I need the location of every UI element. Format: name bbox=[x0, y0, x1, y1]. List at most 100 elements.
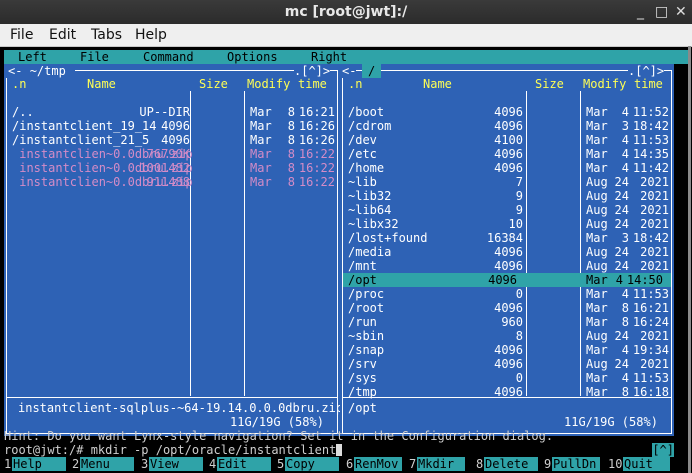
left-panel-corner[interactable]: .[^]> bbox=[294, 64, 331, 78]
right-panel[interactable]: <- / .[^]> .n Name Size Modify time /boo… bbox=[340, 64, 674, 436]
right-file-time: 11:42 bbox=[632, 161, 669, 175]
left-file-row[interactable]: instantclien~0.0dbru.zip 76790K Mar 8 16:22 bbox=[4, 147, 340, 161]
right-file-name: ~lib64 bbox=[348, 203, 392, 217]
left-file-day: 8 bbox=[287, 133, 295, 147]
right-status-text: /opt bbox=[348, 401, 377, 415]
right-file-day: 8 bbox=[621, 315, 629, 329]
right-file-row[interactable]: ~lib64 9 Aug 24 2021 bbox=[340, 203, 674, 217]
left-file-row[interactable]: instantclien~0.0dbru.zip 911488 Mar 8 16:22 bbox=[4, 175, 340, 189]
right-panel-corner[interactable]: .[^]> bbox=[628, 64, 665, 78]
left-file-month: Mar bbox=[250, 105, 272, 119]
left-file-row[interactable]: /.. UP--DIR Mar 8 16:21 bbox=[4, 105, 340, 119]
right-file-time: 2021 bbox=[640, 259, 669, 273]
right-file-row[interactable]: /cdrom 4096 Mar 3 18:42 bbox=[340, 119, 674, 133]
fkey-label: Copy bbox=[285, 457, 339, 471]
right-file-month: Aug bbox=[586, 217, 608, 231]
left-file-row[interactable]: /instantclient_19_14 4096 Mar 8 16:26 bbox=[4, 119, 340, 133]
right-file-month: Mar bbox=[586, 147, 608, 161]
fkey-number: 9 bbox=[544, 457, 552, 471]
left-file-row[interactable]: /instantclient_21_5 4096 Mar 8 16:26 bbox=[4, 133, 340, 147]
right-header-n[interactable]: .n bbox=[348, 77, 362, 91]
right-file-day: 24 bbox=[614, 357, 629, 371]
menu-file[interactable]: File bbox=[10, 27, 33, 43]
right-file-row[interactable]: /srv 4096 Aug 24 2021 bbox=[340, 357, 674, 371]
command-input[interactable]: mkdir -p /opt/oracle/instantclient bbox=[91, 443, 337, 457]
right-file-row[interactable]: ~libx32 10 Aug 24 2021 bbox=[340, 217, 674, 231]
right-file-name: /home bbox=[348, 161, 385, 175]
right-file-row[interactable]: ~lib 7 Aug 24 2021 bbox=[340, 175, 674, 189]
right-file-time: 16:24 bbox=[632, 315, 669, 329]
text-cursor bbox=[336, 444, 343, 456]
right-file-row[interactable]: /mnt 4096 Aug 24 2021 bbox=[340, 259, 674, 273]
right-file-day: 4 bbox=[621, 133, 629, 147]
right-file-month: Aug bbox=[586, 329, 608, 343]
right-file-row[interactable]: /run 960 Mar 8 16:24 bbox=[340, 315, 674, 329]
right-file-row[interactable]: /boot 4096 Mar 4 11:52 bbox=[340, 105, 674, 119]
right-file-row[interactable]: /lost+found 16384 Mar 3 18:42 bbox=[340, 231, 674, 245]
left-header-name[interactable]: Name bbox=[87, 77, 116, 91]
right-file-row[interactable]: /media 4096 Aug 24 2021 bbox=[340, 245, 674, 259]
right-file-time: 2021 bbox=[640, 329, 669, 343]
right-file-row[interactable]: /snap 4096 Mar 4 19:34 bbox=[340, 343, 674, 357]
close-icon[interactable]: ✕ bbox=[675, 4, 687, 20]
right-header-time[interactable]: time bbox=[634, 77, 663, 91]
right-file-row[interactable]: /etc 4096 Mar 4 14:35 bbox=[340, 147, 674, 161]
left-file-size: 1001482 bbox=[139, 161, 190, 175]
right-nav-arrow[interactable]: <- bbox=[342, 64, 357, 78]
left-file-size: 4096 bbox=[161, 133, 190, 147]
right-file-row[interactable]: /sys 0 Mar 4 11:53 bbox=[340, 371, 674, 385]
right-file-size: 4096 bbox=[494, 105, 523, 119]
left-panel-nav[interactable]: <- ~/tmp bbox=[6, 64, 76, 78]
fkey-label: Delete bbox=[484, 457, 538, 471]
minimize-icon[interactable]: _ bbox=[637, 4, 644, 20]
right-file-month: Mar bbox=[586, 105, 608, 119]
right-file-month: Mar bbox=[586, 161, 608, 175]
right-file-time: 11:53 bbox=[632, 287, 669, 301]
mc-menu-left[interactable]: Left bbox=[18, 50, 47, 64]
command-line[interactable]: root@jwt:/# mkdir -p /opt/oracle/instant… bbox=[4, 443, 343, 457]
mc-menu-options[interactable]: Options bbox=[227, 50, 278, 64]
fkey-number: 8 bbox=[476, 457, 484, 471]
left-header-modify[interactable]: Modify bbox=[247, 77, 290, 91]
right-file-row[interactable]: /home 4096 Mar 4 11:42 bbox=[340, 161, 674, 175]
right-status-sep bbox=[343, 397, 671, 398]
right-file-day: 4 bbox=[621, 105, 629, 119]
maximize-icon[interactable]: □ bbox=[655, 4, 668, 20]
left-file-row[interactable]: instantclien~0.0dbru.zip 1001482 Mar 8 16:22 bbox=[4, 161, 340, 175]
terminal-menubar: File Edit Tabs Help bbox=[0, 24, 692, 47]
right-header-modify[interactable]: Modify bbox=[583, 77, 626, 91]
right-file-month: Aug bbox=[586, 245, 608, 259]
mc-menu-right[interactable]: Right bbox=[311, 50, 347, 64]
right-file-row[interactable]: /proc 0 Mar 4 11:53 bbox=[340, 287, 674, 301]
right-file-row[interactable]: /root 4096 Mar 8 16:21 bbox=[340, 301, 674, 315]
right-file-row[interactable]: ~sbin 8 Aug 24 2021 bbox=[340, 329, 674, 343]
right-file-row[interactable]: ~lib32 9 Aug 24 2021 bbox=[340, 189, 674, 203]
right-file-time: 2021 bbox=[640, 175, 669, 189]
history-button[interactable]: [^] bbox=[652, 443, 674, 457]
left-nav-arrow[interactable]: <- bbox=[8, 64, 22, 78]
right-file-name: /proc bbox=[348, 287, 385, 301]
right-panel-path: / bbox=[362, 64, 382, 78]
menu-help[interactable]: Help bbox=[135, 27, 167, 43]
left-header-time[interactable]: time bbox=[298, 77, 327, 91]
right-header-name[interactable]: Name bbox=[423, 77, 452, 91]
right-file-size: 4096 bbox=[494, 343, 523, 357]
right-file-size: 8 bbox=[515, 329, 523, 343]
menu-tabs[interactable]: Tabs bbox=[91, 27, 122, 43]
right-file-row[interactable]: /dev 4100 Mar 4 11:53 bbox=[340, 133, 674, 147]
mc-menu-file[interactable]: File bbox=[80, 50, 109, 64]
left-file-name: /instantclient_21_5 bbox=[12, 133, 150, 147]
menu-edit[interactable]: Edit bbox=[49, 27, 76, 43]
left-panel[interactable]: <- ~/tmp .[^]> .n Name Size Modify time … bbox=[4, 64, 343, 436]
right-header-size[interactable]: Size bbox=[535, 77, 564, 91]
terminal-scrollbar[interactable] bbox=[688, 46, 691, 473]
left-header-n[interactable]: .n bbox=[12, 77, 26, 91]
left-panel-path: ~/tmp bbox=[29, 64, 66, 78]
mc-menu-command[interactable]: Command bbox=[143, 50, 194, 64]
right-file-size: 4096 bbox=[488, 273, 517, 287]
right-file-row[interactable]: /opt 4096 Mar 4 14:50 bbox=[343, 273, 671, 287]
right-file-size: 7 bbox=[515, 175, 523, 189]
right-file-name: /media bbox=[348, 245, 392, 259]
terminal-area[interactable]: Left File Command Options Right <- ~/tmp… bbox=[4, 47, 688, 473]
left-header-size[interactable]: Size bbox=[199, 77, 228, 91]
